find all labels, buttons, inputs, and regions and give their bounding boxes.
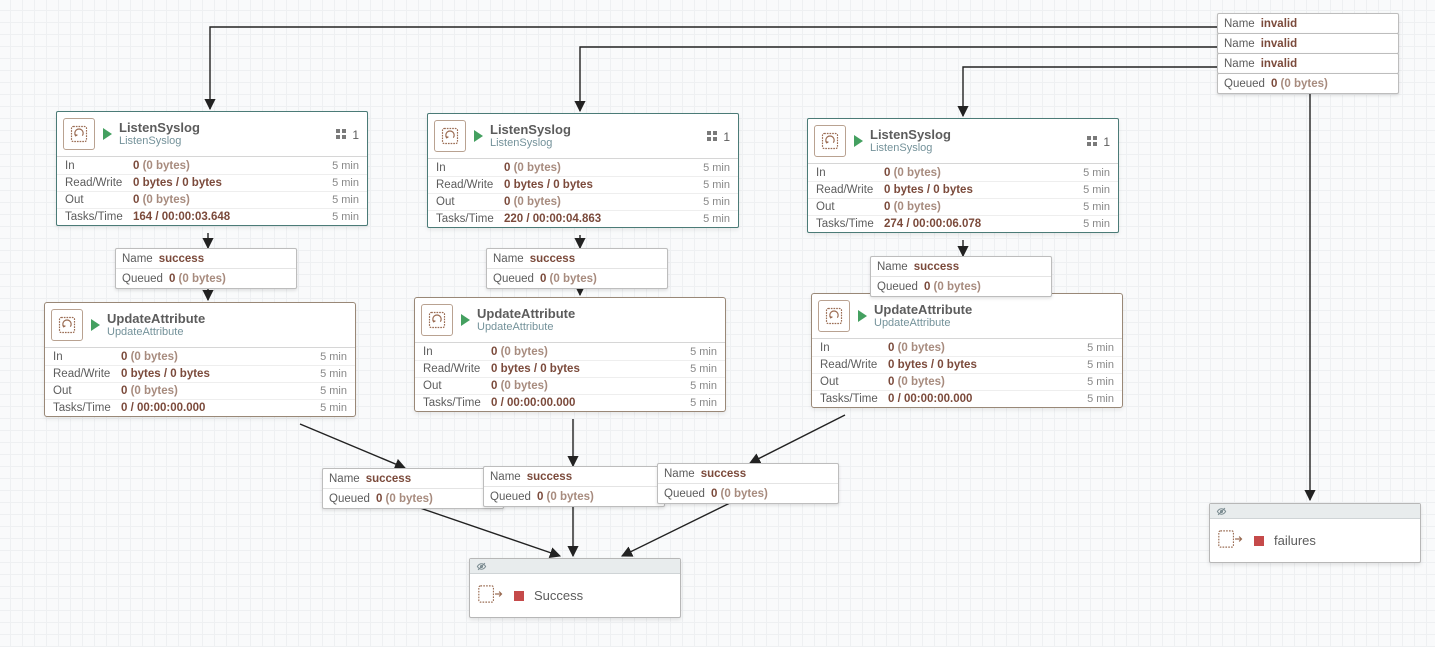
processor-name: UpdateAttribute xyxy=(107,311,205,327)
stat-row: Out0 (0 bytes)5 min xyxy=(57,191,367,208)
output-port[interactable]: failures xyxy=(1209,503,1421,563)
stat-row: Read/Write0 bytes / 0 bytes5 min xyxy=(45,365,355,382)
processor-header[interactable]: UpdateAttributeUpdateAttribute xyxy=(812,294,1122,339)
stat-row: Tasks/Time274 / 00:00:06.0785 min xyxy=(808,215,1118,232)
hidden-indicator-icon xyxy=(470,559,680,574)
processor-type-icon xyxy=(814,125,846,157)
stat-row: Tasks/Time220 / 00:00:04.8635 min xyxy=(428,210,738,227)
output-port-icon xyxy=(1218,529,1244,552)
connection-label[interactable]: Nameinvalid xyxy=(1217,53,1399,74)
processor-p4[interactable]: UpdateAttributeUpdateAttributeIn0 (0 byt… xyxy=(44,302,356,417)
run-status-icon xyxy=(854,135,863,147)
processor-header[interactable]: UpdateAttributeUpdateAttribute xyxy=(415,298,725,343)
processor-header[interactable]: UpdateAttributeUpdateAttribute xyxy=(45,303,355,348)
processor-stats: In0 (0 bytes)5 minRead/Write0 bytes / 0 … xyxy=(428,159,738,227)
connection-label[interactable]: NamesuccessQueued0 (0 bytes) xyxy=(486,248,668,289)
processor-type-icon xyxy=(434,120,466,152)
stat-row: In0 (0 bytes)5 min xyxy=(808,164,1118,181)
stopped-status-icon xyxy=(1254,536,1264,546)
processor-type: ListenSyslog xyxy=(490,137,571,150)
processor-type: UpdateAttribute xyxy=(874,317,972,330)
processor-name: ListenSyslog xyxy=(490,122,571,138)
port-label: Success xyxy=(534,588,583,603)
stat-row: Out0 (0 bytes)5 min xyxy=(812,373,1122,390)
stat-row: Tasks/Time0 / 00:00:00.0005 min xyxy=(812,390,1122,407)
output-port-icon xyxy=(478,584,504,607)
processor-p6[interactable]: UpdateAttributeUpdateAttributeIn0 (0 byt… xyxy=(811,293,1123,408)
connection-label[interactable]: Nameinvalid xyxy=(1217,13,1399,34)
processor-type: UpdateAttribute xyxy=(477,321,575,334)
processor-stats: In0 (0 bytes)5 minRead/Write0 bytes / 0 … xyxy=(57,157,367,225)
processor-type: UpdateAttribute xyxy=(107,326,205,339)
processor-stats: In0 (0 bytes)5 minRead/Write0 bytes / 0 … xyxy=(808,164,1118,232)
connection-label[interactable]: NamesuccessQueued0 (0 bytes) xyxy=(115,248,297,289)
run-status-icon xyxy=(91,319,100,331)
stat-row: Read/Write0 bytes / 0 bytes5 min xyxy=(428,176,738,193)
processor-p3[interactable]: ListenSyslogListenSyslog 1 In0 (0 bytes)5 … xyxy=(807,118,1119,233)
stat-row: In0 (0 bytes)5 min xyxy=(57,157,367,174)
thread-badge: 1 xyxy=(707,130,730,144)
stat-row: Out0 (0 bytes)5 min xyxy=(428,193,738,210)
processor-type-icon xyxy=(51,309,83,341)
run-status-icon xyxy=(461,314,470,326)
processor-name: ListenSyslog xyxy=(119,120,200,136)
processor-type-icon xyxy=(818,300,850,332)
stat-row: Read/Write0 bytes / 0 bytes5 min xyxy=(415,360,725,377)
processor-type: ListenSyslog xyxy=(870,142,951,155)
stat-row: Tasks/Time0 / 00:00:00.0005 min xyxy=(45,399,355,416)
thread-badge: 1 xyxy=(1087,135,1110,149)
stat-row: In0 (0 bytes)5 min xyxy=(45,348,355,365)
connection-label[interactable]: NamesuccessQueued0 (0 bytes) xyxy=(657,463,839,504)
processor-name: UpdateAttribute xyxy=(874,302,972,318)
stopped-status-icon xyxy=(514,591,524,601)
processor-stats: In0 (0 bytes)5 minRead/Write0 bytes / 0 … xyxy=(45,348,355,416)
run-status-icon xyxy=(858,310,867,322)
thread-badge: 1 xyxy=(336,128,359,142)
stat-row: Read/Write0 bytes / 0 bytes5 min xyxy=(57,174,367,191)
connection-label[interactable]: Nameinvalid xyxy=(1217,33,1399,54)
processor-header[interactable]: ListenSyslogListenSyslog 1 xyxy=(428,114,738,159)
connection-label[interactable]: NamesuccessQueued0 (0 bytes) xyxy=(483,466,665,507)
stat-row: Out0 (0 bytes)5 min xyxy=(415,377,725,394)
processor-name: ListenSyslog xyxy=(870,127,951,143)
hidden-indicator-icon xyxy=(1210,504,1420,519)
run-status-icon xyxy=(103,128,112,140)
output-port[interactable]: Success xyxy=(469,558,681,618)
connection-label[interactable]: NamesuccessQueued0 (0 bytes) xyxy=(870,256,1052,297)
stat-row: In0 (0 bytes)5 min xyxy=(812,339,1122,356)
processor-p1[interactable]: ListenSyslogListenSyslog 1 In0 (0 bytes)5 … xyxy=(56,111,368,226)
processor-type: ListenSyslog xyxy=(119,135,200,148)
stat-row: Read/Write0 bytes / 0 bytes5 min xyxy=(808,181,1118,198)
stat-row: Tasks/Time164 / 00:00:03.6485 min xyxy=(57,208,367,225)
processor-header[interactable]: ListenSyslogListenSyslog 1 xyxy=(808,119,1118,164)
connection-stack[interactable]: NameinvalidNameinvalidNameinvalidQueued0… xyxy=(1217,14,1399,94)
processor-type-icon xyxy=(63,118,95,150)
processor-stats: In0 (0 bytes)5 minRead/Write0 bytes / 0 … xyxy=(812,339,1122,407)
run-status-icon xyxy=(474,130,483,142)
connection-label[interactable]: Queued0 (0 bytes) xyxy=(1217,73,1399,94)
stat-row: In0 (0 bytes)5 min xyxy=(415,343,725,360)
processor-type-icon xyxy=(421,304,453,336)
processor-p2[interactable]: ListenSyslogListenSyslog 1 In0 (0 bytes)5 … xyxy=(427,113,739,228)
connection-label[interactable]: NamesuccessQueued0 (0 bytes) xyxy=(322,468,504,509)
processor-stats: In0 (0 bytes)5 minRead/Write0 bytes / 0 … xyxy=(415,343,725,411)
processor-p5[interactable]: UpdateAttributeUpdateAttributeIn0 (0 byt… xyxy=(414,297,726,412)
processor-name: UpdateAttribute xyxy=(477,306,575,322)
processor-header[interactable]: ListenSyslogListenSyslog 1 xyxy=(57,112,367,157)
stat-row: In0 (0 bytes)5 min xyxy=(428,159,738,176)
stat-row: Read/Write0 bytes / 0 bytes5 min xyxy=(812,356,1122,373)
port-label: failures xyxy=(1274,533,1316,548)
stat-row: Tasks/Time0 / 00:00:00.0005 min xyxy=(415,394,725,411)
stat-row: Out0 (0 bytes)5 min xyxy=(45,382,355,399)
stat-row: Out0 (0 bytes)5 min xyxy=(808,198,1118,215)
